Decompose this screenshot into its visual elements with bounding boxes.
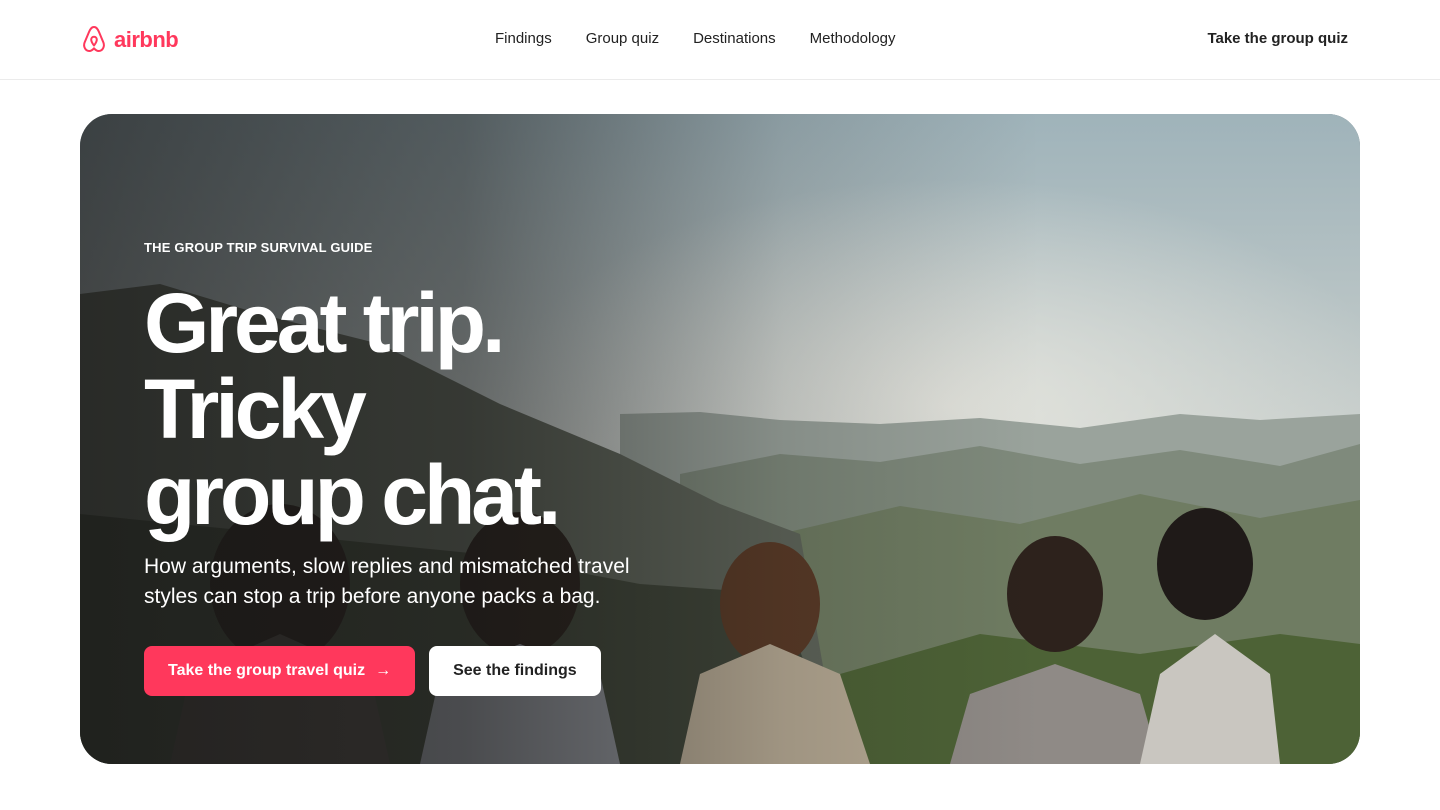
- nav-item-destinations[interactable]: Destinations: [693, 29, 776, 49]
- hero-headline: Great trip. Tricky group chat.: [144, 280, 784, 538]
- take-group-quiz-link[interactable]: Take the group quiz: [1207, 29, 1348, 49]
- see-findings-button[interactable]: See the findings: [429, 646, 601, 696]
- top-navigation-bar: airbnb Findings Group quiz Destinations …: [0, 0, 1440, 80]
- arrow-right-icon: →: [375, 662, 392, 679]
- findings-button-label: See the findings: [453, 662, 577, 679]
- hero-subtitle: How arguments, slow replies and mismatch…: [144, 555, 630, 608]
- hero-banner: THE GROUP TRIP SURVIVAL GUIDE Great trip…: [80, 114, 1360, 764]
- headline-line-1: Great trip.: [144, 276, 505, 370]
- take-group-travel-quiz-button[interactable]: Take the group travel quiz →: [144, 646, 416, 696]
- quiz-button-label: Take the group travel quiz: [168, 662, 366, 679]
- nav-item-group-quiz[interactable]: Group quiz: [586, 29, 659, 49]
- hero-eyebrow: THE GROUP TRIP SURVIVAL GUIDE: [144, 240, 373, 255]
- nav-item-methodology[interactable]: Methodology: [810, 29, 896, 49]
- brand-name: airbnb: [114, 27, 179, 52]
- brand-logo[interactable]: airbnb: [82, 24, 179, 56]
- hero-content: THE GROUP TRIP SURVIVAL GUIDE Great trip…: [144, 240, 784, 696]
- hero-actions: Take the group travel quiz → See the fin…: [144, 646, 784, 696]
- headline-line-3: group chat.: [144, 448, 561, 542]
- main-nav: Findings Group quiz Destinations Methodo…: [495, 29, 896, 49]
- airbnb-belo-icon: [83, 26, 105, 52]
- nav-item-findings[interactable]: Findings: [495, 29, 552, 49]
- headline-line-2: Tricky: [144, 362, 367, 456]
